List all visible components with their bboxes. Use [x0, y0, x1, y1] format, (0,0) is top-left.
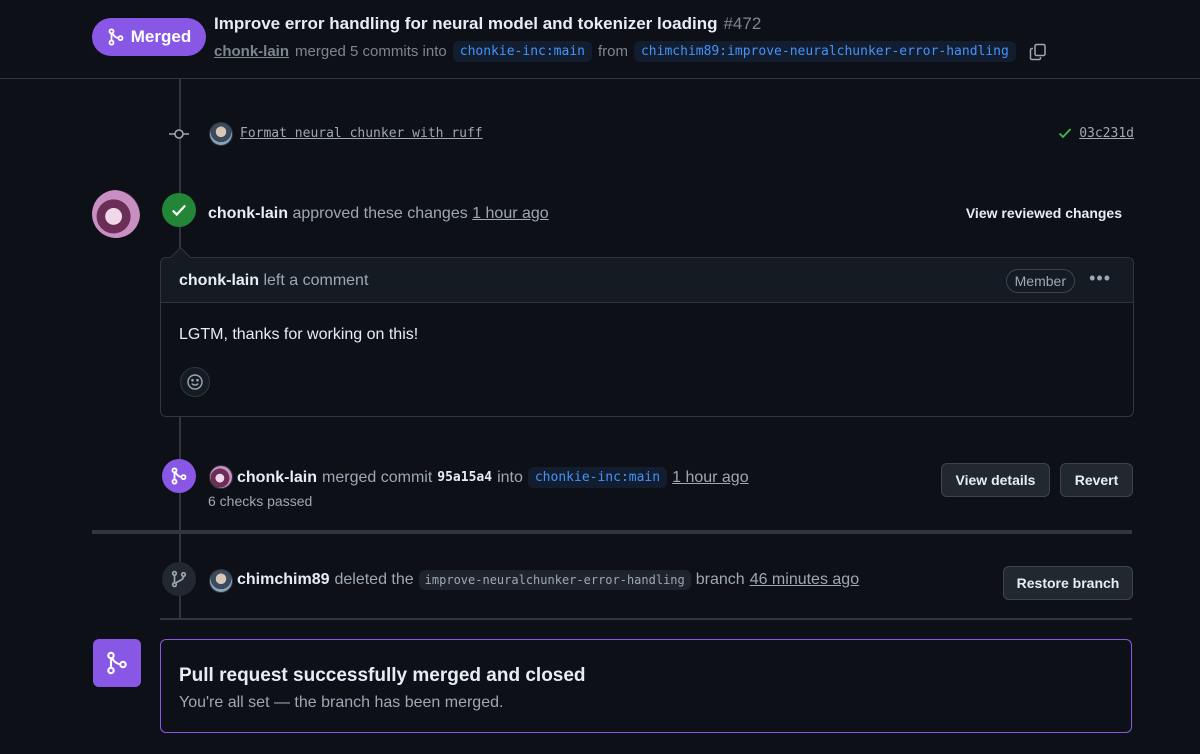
merge-author-link[interactable]: chonk-lain [237, 469, 317, 487]
merge-into-text: into [497, 468, 523, 486]
merge-time-link[interactable]: 1 hour ago [672, 469, 749, 487]
merged-status-badge: Merged [92, 18, 206, 56]
review-summary: chonk-lain approved these changes 1 hour… [208, 205, 549, 223]
merge-commit-sha-link[interactable]: 95a15a4 [437, 470, 492, 485]
status-label: Merged [130, 27, 192, 46]
merge-action: merged commit [322, 468, 433, 486]
review-action: approved these changes [292, 205, 468, 222]
pr-meta: chonk-lain merged 5 commits into chonkie… [214, 41, 1048, 62]
merged-summary-subtitle: You're all set — the branch has been mer… [179, 694, 504, 711]
pr-author-link[interactable]: chonk-lain [214, 43, 289, 60]
commit-status: 03c231d [1057, 125, 1134, 141]
merged-summary-box: Pull request successfully merged and clo… [160, 639, 1132, 733]
view-reviewed-changes-link[interactable]: View reviewed changes [966, 205, 1122, 221]
comment-body: LGTM, thanks for working on this! [179, 326, 419, 343]
pr-title: Improve error handling for neural model … [214, 14, 761, 34]
branch-event-badge [162, 562, 196, 596]
delete-author-link[interactable]: chimchim89 [237, 571, 329, 589]
add-reaction-button[interactable] [180, 367, 210, 397]
approved-badge [162, 193, 196, 227]
more-options-icon[interactable]: ••• [1089, 268, 1111, 289]
review-comment: chonk-lain left a comment Member ••• LGT… [160, 246, 1134, 417]
avatar[interactable] [209, 465, 233, 489]
merge-icon [108, 28, 124, 46]
timeline-divider [160, 618, 1132, 620]
base-branch-chip[interactable]: chonkie-inc:main [452, 41, 592, 62]
revert-button[interactable]: Revert [1060, 463, 1133, 497]
comment-caret [169, 246, 192, 269]
merge-target-branch-chip[interactable]: chonkie-inc:main [527, 467, 668, 488]
deleted-branch-chip[interactable]: improve-neuralchunker-error-handling [418, 570, 691, 590]
avatar[interactable] [209, 569, 233, 593]
pr-sticky-header: Merged Improve error handling for neural… [0, 0, 1200, 79]
merged-summary-title: Pull request successfully merged and clo… [179, 665, 586, 686]
view-details-button[interactable]: View details [941, 463, 1050, 497]
merged-state-icon-box [93, 639, 141, 687]
comment-author-line: chonk-lain left a comment [179, 272, 368, 290]
head-branch-chip[interactable]: chimchim89:improve-neuralchunker-error-h… [633, 41, 1016, 62]
review-author-link[interactable]: chonk-lain [208, 205, 288, 222]
checks-passed-text: 6 checks passed [208, 493, 313, 509]
delete-time-link[interactable]: 46 minutes ago [750, 571, 859, 589]
merge-divider [92, 530, 1132, 534]
avatar[interactable] [92, 190, 140, 238]
check-icon [172, 204, 187, 217]
merge-event-badge [162, 459, 196, 493]
from-text: from [597, 43, 628, 60]
member-role-badge: Member [1005, 269, 1075, 293]
pr-number: #472 [723, 14, 762, 33]
commit-message-link[interactable]: Format neural chunker with ruff [240, 126, 483, 141]
comment-action: left a comment [263, 272, 369, 289]
commit-row: Format neural chunker with ruff 03c231d [164, 120, 1134, 148]
delete-branch-event-text: chimchim89 deleted the improve-neuralchu… [237, 570, 859, 590]
merge-event-text: chonk-lain merged commit 95a15a4 into ch… [237, 467, 749, 488]
merge-icon [171, 467, 187, 485]
restore-branch-button[interactable]: Restore branch [1003, 566, 1133, 600]
commit-sha-link[interactable]: 03c231d [1079, 126, 1134, 141]
merged-commits-text: merged 5 commits into [295, 43, 447, 60]
review-time-link[interactable]: 1 hour ago [472, 205, 549, 222]
git-commit-icon [169, 129, 189, 139]
comment-header: chonk-lain left a comment Member ••• [161, 246, 1133, 303]
comment-author-link[interactable]: chonk-lain [179, 272, 259, 289]
check-icon[interactable] [1057, 125, 1073, 141]
smiley-icon [187, 374, 203, 390]
copy-icon[interactable] [1028, 42, 1048, 62]
merge-icon [107, 651, 127, 675]
pr-title-text: Improve error handling for neural model … [214, 14, 718, 33]
branch-suffix: branch [695, 571, 745, 588]
git-branch-icon [171, 570, 187, 588]
delete-action: deleted the [334, 571, 414, 588]
avatar[interactable] [209, 122, 233, 146]
